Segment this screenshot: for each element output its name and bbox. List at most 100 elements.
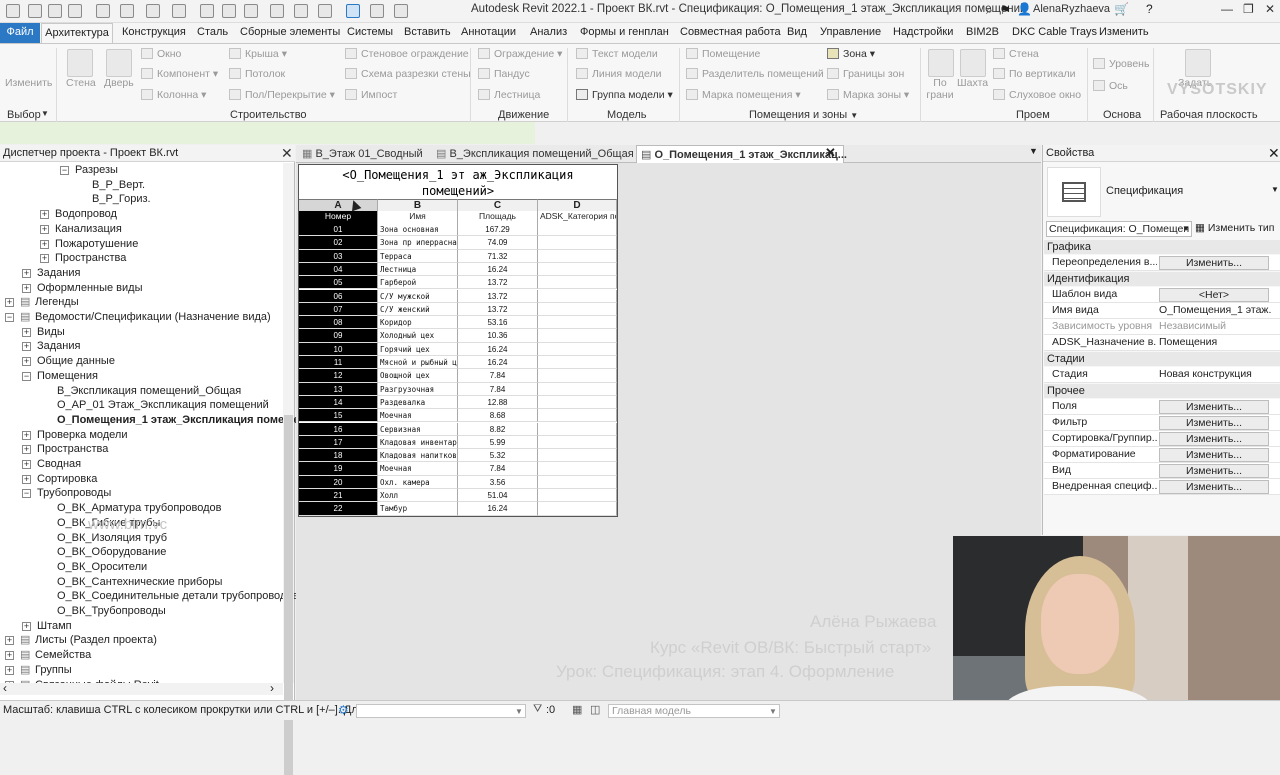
embedded-edit-button[interactable]: Изменить... xyxy=(1159,480,1269,494)
room-number-cell[interactable]: 05 xyxy=(299,276,378,290)
room-category-cell[interactable] xyxy=(538,289,617,303)
browser-item[interactable]: Пространства xyxy=(55,251,126,265)
room-number-cell[interactable]: 07 xyxy=(299,302,378,317)
room-category-cell[interactable] xyxy=(538,236,617,250)
tree-toggle-icon[interactable]: + xyxy=(22,474,31,484)
table-row[interactable]: 13 Разгрузочная 7.84 xyxy=(299,382,617,396)
room-tag-button[interactable]: Марка помещения ▾ xyxy=(686,89,801,101)
room-number-cell[interactable]: 03 xyxy=(299,249,378,263)
mullion-button[interactable]: Импост xyxy=(345,89,397,101)
tab-precast[interactable]: Сборные элементы xyxy=(240,26,340,38)
tab-dkc[interactable]: DKC Cable Trays xyxy=(1012,26,1097,38)
browser-item[interactable]: О_ВК_Сантехнические приборы xyxy=(57,575,222,589)
level-button[interactable]: Уровень xyxy=(1093,58,1149,70)
editable-only-icon[interactable]: ▦ xyxy=(572,703,582,716)
table-row[interactable]: 14 Раздевалка 12.88 xyxy=(299,395,617,410)
browser-item[interactable]: Помещения xyxy=(37,369,98,383)
close-window-button[interactable]: ✕ xyxy=(1265,2,1275,16)
table-row[interactable]: 15 Моечная 8.68 xyxy=(299,409,617,423)
room-name-cell[interactable]: Кладовая напитков xyxy=(378,449,458,463)
field-header-area[interactable]: Площадь xyxy=(458,211,538,223)
ceiling-button[interactable]: Потолок xyxy=(229,68,285,80)
room-area-cell[interactable]: 3.56 xyxy=(458,475,538,489)
tag-icon[interactable] xyxy=(222,4,236,18)
sync-icon[interactable] xyxy=(68,4,82,18)
area-tag-button[interactable]: Марка зоны ▾ xyxy=(827,89,909,101)
close-icon[interactable]: ✕ xyxy=(1268,145,1280,162)
model-text-button[interactable]: Текст модели xyxy=(576,48,658,60)
tree-toggle-icon[interactable]: + xyxy=(22,283,31,293)
room-name-cell[interactable]: Мясной и рыбный це xyxy=(378,356,458,370)
filter-edit-button[interactable]: Изменить... xyxy=(1159,416,1269,430)
room-area-cell[interactable]: 74.09 xyxy=(458,236,538,250)
room-category-cell[interactable] xyxy=(538,369,617,383)
room-number-cell[interactable]: 18 xyxy=(299,449,378,463)
room-name-cell[interactable]: Сервизная xyxy=(378,422,458,436)
switch-windows-icon[interactable] xyxy=(346,4,360,18)
browser-item[interactable]: Штамп xyxy=(37,619,72,633)
vertical-opening-button[interactable]: По вертикали xyxy=(993,68,1076,80)
worksets-icon[interactable]: ⚙ xyxy=(338,703,349,717)
edit-type-button[interactable]: ▦ Изменить тип xyxy=(1195,222,1274,234)
section-graphics[interactable]: Графика xyxy=(1044,240,1280,254)
user-icon[interactable]: 👤 xyxy=(1017,2,1032,16)
ramp-button[interactable]: Пандус xyxy=(478,68,530,80)
room-category-cell[interactable] xyxy=(538,329,617,343)
3d-view-icon[interactable] xyxy=(270,4,284,18)
workset-dropdown[interactable]: ▼ xyxy=(356,704,526,718)
fields-edit-button[interactable]: Изменить... xyxy=(1159,400,1269,414)
undo-icon[interactable] xyxy=(96,4,110,18)
room-number-cell[interactable]: 01 xyxy=(299,223,378,237)
tree-toggle-icon[interactable]: + xyxy=(5,651,14,661)
tree-toggle-icon[interactable]: + xyxy=(40,210,49,220)
browser-item[interactable]: Задания xyxy=(37,339,80,353)
browser-item[interactable]: О_ВК_Соединительные детали трубопроводов xyxy=(57,589,298,603)
appearance-edit-button[interactable]: Изменить... xyxy=(1159,464,1269,478)
table-row[interactable]: 02 Зона пр иперрасная 74.09 xyxy=(299,236,617,250)
table-row[interactable]: 20 Охл. камера 3.56 xyxy=(299,475,617,489)
room-number-cell[interactable]: 22 xyxy=(299,502,378,516)
room-name-cell[interactable]: Охл. камера xyxy=(378,475,458,489)
area-boundary-button[interactable]: Границы зон xyxy=(827,68,904,80)
tab-file[interactable]: Файл xyxy=(0,23,40,43)
room-number-cell[interactable]: 11 xyxy=(299,356,378,370)
design-options-icon[interactable]: ◫ xyxy=(590,703,600,716)
door-icon[interactable] xyxy=(106,49,132,77)
group-rooms[interactable]: Помещения и зоны ▼ xyxy=(749,109,858,121)
tree-toggle-icon[interactable]: + xyxy=(40,254,49,264)
shaft-icon[interactable] xyxy=(960,49,986,77)
room-area-cell[interactable]: 8.68 xyxy=(458,409,538,423)
room-number-cell[interactable]: 09 xyxy=(299,329,378,343)
phase-field[interactable]: Новая конструкция xyxy=(1159,368,1271,380)
room-category-cell[interactable] xyxy=(538,502,617,516)
tab-addins[interactable]: Надстройки xyxy=(893,26,953,38)
browser-item[interactable]: О_Помещения_1 этаж_Экспликация помещен xyxy=(57,413,306,427)
adsk-field[interactable]: Помещения xyxy=(1159,336,1271,348)
room-number-cell[interactable]: 15 xyxy=(299,409,378,423)
room-name-cell[interactable]: Кладовая инвентар xyxy=(378,435,458,450)
table-row[interactable]: 10 Горячий цех 16.24 xyxy=(299,342,617,356)
room-number-cell[interactable]: 12 xyxy=(299,369,378,383)
dormer-button[interactable]: Слуховое окно xyxy=(993,89,1081,101)
table-row[interactable]: 04 Лестница 16.24 xyxy=(299,262,617,277)
room-name-cell[interactable]: Разгрузочная xyxy=(378,382,458,396)
room-name-cell[interactable]: Терраса xyxy=(378,249,458,263)
room-category-cell[interactable] xyxy=(538,422,617,436)
close-tab-icon[interactable]: ✕ xyxy=(825,145,836,161)
room-area-cell[interactable]: 8.82 xyxy=(458,422,538,436)
room-name-cell[interactable]: Овощной цех xyxy=(378,369,458,383)
sorting-edit-button[interactable]: Изменить... xyxy=(1159,432,1269,446)
view-tab-explication-general[interactable]: ▤ В_Экспликация помещений_Общая xyxy=(436,145,636,163)
browser-item[interactable]: Разрезы xyxy=(75,163,118,177)
browser-item[interactable]: Оформленные виды xyxy=(37,281,142,295)
wall-icon[interactable] xyxy=(67,49,93,77)
room-area-cell[interactable]: 16.24 xyxy=(458,262,538,277)
room-category-cell[interactable] xyxy=(538,302,617,317)
browser-item[interactable]: Трубопроводы xyxy=(37,486,111,500)
group-select[interactable]: Выбор xyxy=(7,109,41,121)
redo-icon[interactable] xyxy=(120,4,134,18)
room-category-cell[interactable] xyxy=(538,409,617,423)
browser-item[interactable]: Легенды xyxy=(35,295,79,309)
browser-item[interactable]: О_ВК_Оросители xyxy=(57,560,147,574)
room-name-cell[interactable]: Моечная xyxy=(378,409,458,423)
